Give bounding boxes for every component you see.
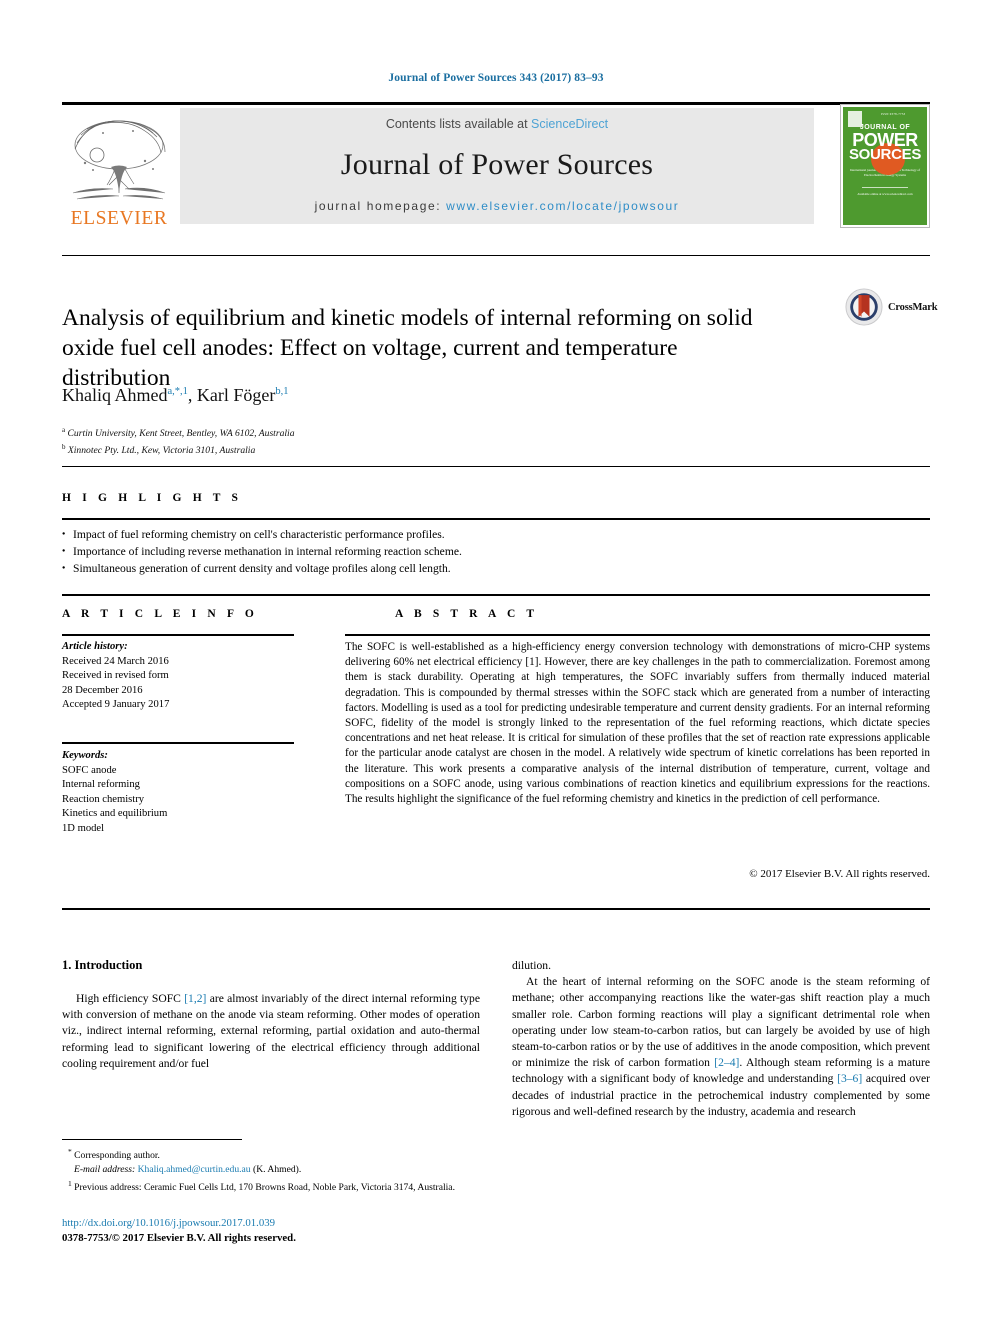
- crossmark-badge-group[interactable]: CrossMark: [845, 286, 941, 328]
- body-column-left: 1. Introduction High efficiency SOFC [1,…: [62, 958, 480, 1072]
- journal-name: Journal of Power Sources: [340, 148, 654, 181]
- affiliation-text-a: Curtin University, Kent Street, Bentley,…: [67, 428, 295, 440]
- keywords-label: Keywords:: [62, 750, 108, 761]
- running-head: Journal of Power Sources 343 (2017) 83–9…: [388, 72, 604, 84]
- footer-doi-block: http://dx.doi.org/10.1016/j.jpowsour.201…: [62, 1216, 492, 1246]
- email-label: E-mail address:: [74, 1163, 136, 1175]
- article-history-block: Article history: Received 24 March 2016 …: [62, 640, 294, 713]
- author-list: Khaliq Ahmeda,*,1, Karl Fögerb,1: [62, 385, 289, 405]
- email-link[interactable]: Khaliq.ahmed@curtin.edu.au: [138, 1164, 251, 1175]
- highlights-top-rule: [62, 466, 930, 467]
- issn-copyright-line: 0378-7753/© 2017 Elsevier B.V. All right…: [62, 1232, 296, 1244]
- elsevier-wordmark: ELSEVIER: [70, 207, 168, 229]
- keywords-block: Keywords: SOFC anode Internal reforming …: [62, 749, 294, 836]
- highlights-mid-rule: [62, 518, 930, 520]
- elsevier-tree-icon: [72, 120, 166, 199]
- section-heading-introduction: 1. Introduction: [62, 958, 143, 972]
- footnote-corresponding-text: Corresponding author.: [74, 1150, 160, 1162]
- abstract-copyright: © 2017 Elsevier B.V. All rights reserved…: [749, 868, 930, 880]
- journal-cover-art: ISSN 0378-7753 JOURNAL OF POWER SOURCES …: [843, 107, 927, 225]
- cover-sources-label: SOURCES: [848, 146, 922, 163]
- intro-p1-part-a: High efficiency SOFC: [76, 992, 185, 1005]
- citation-ref[interactable]: [2–4]: [714, 1056, 739, 1069]
- sciencedirect-link[interactable]: ScienceDirect: [531, 117, 608, 131]
- abstract-heading: A B S T R A C T: [395, 608, 539, 620]
- highlights-bottom-rule: [62, 594, 930, 596]
- keyword-item: Reaction chemistry: [62, 793, 145, 805]
- author-name-2: Karl Föger: [196, 385, 276, 405]
- page-title: Analysis of equilibrium and kinetic mode…: [62, 304, 753, 391]
- footnote-block: * Corresponding author. E-mail address: …: [62, 1145, 482, 1195]
- article-info-heading: A R T I C L E I N F O: [62, 608, 258, 620]
- author-marks-2: b,1: [275, 386, 289, 397]
- citation-ref[interactable]: [1,2]: [184, 992, 206, 1005]
- journal-homepage-line: journal homepage: www.elsevier.com/locat…: [315, 199, 680, 213]
- intro-paragraph-1-continued: dilution.: [512, 959, 551, 972]
- journal-cover-thumbnail: ISSN 0378-7753 JOURNAL OF POWER SOURCES …: [840, 104, 930, 228]
- affiliation-mark-a: a: [62, 426, 66, 434]
- cover-logo-mark: [848, 111, 862, 127]
- footnote-corresponding-author: * Corresponding author.: [62, 1145, 482, 1163]
- affiliation-b: b Xinnotec Pty. Ltd., Kew, Victoria 3101…: [62, 441, 762, 458]
- body-top-rule: [62, 908, 930, 910]
- list-item: Importance of including reverse methanat…: [62, 543, 930, 560]
- highlights-list: Impact of fuel reforming chemistry on ce…: [62, 526, 930, 577]
- sciencedirect-banner: Contents lists available at ScienceDirec…: [180, 108, 814, 224]
- list-item: Simultaneous generation of current densi…: [62, 560, 930, 577]
- cover-divider: [862, 187, 908, 189]
- abstract-text: The SOFC is well-established as a high-e…: [345, 641, 930, 806]
- article-info-rule: [62, 634, 294, 636]
- keywords-rule: [62, 742, 294, 744]
- article-history-item: Received 24 March 2016: [62, 655, 169, 667]
- citation-ref[interactable]: [3–6]: [837, 1072, 862, 1085]
- doi-link[interactable]: http://dx.doi.org/10.1016/j.jpowsour.201…: [62, 1216, 492, 1231]
- author-marks-1: a,*,1: [167, 386, 188, 397]
- affiliation-mark-b: b: [62, 442, 66, 451]
- article-history-label: Article history:: [62, 641, 128, 652]
- abstract-rule: [345, 634, 930, 636]
- article-history-item: 28 December 2016: [62, 684, 143, 696]
- journal-homepage-link[interactable]: www.elsevier.com/locate/jpowsour: [446, 199, 679, 213]
- cover-footer-text: Available online at www.sciencedirect.co…: [857, 192, 913, 197]
- footnote-rule: [62, 1139, 242, 1140]
- intro-paragraph-2: At the heart of internal reforming on th…: [512, 974, 930, 1120]
- affiliation-list: a Curtin University, Kent Street, Bentle…: [62, 424, 762, 457]
- footnote-previous-address-text: Previous address: Ceramic Fuel Cells Ltd…: [74, 1182, 455, 1194]
- elsevier-logo: ELSEVIER: [62, 108, 176, 228]
- keyword-item: 1D model: [62, 822, 105, 834]
- affiliation-a: a Curtin University, Kent Street, Bentle…: [62, 424, 762, 441]
- footnote-marker-1: 1: [68, 1179, 72, 1188]
- keyword-item: Kinetics and equilibrium: [62, 808, 168, 819]
- body-column-right: dilution. At the heart of internal refor…: [512, 958, 930, 1120]
- article-history-item: Received in revised form: [62, 670, 169, 681]
- contents-prefix: Contents lists available at: [385, 117, 532, 131]
- masthead: ELSEVIER Contents lists available at Sci…: [62, 104, 930, 228]
- keyword-item: SOFC anode: [62, 764, 117, 776]
- homepage-prefix: journal homepage:: [314, 199, 447, 213]
- crossmark-icon: [845, 288, 883, 326]
- email-suffix: (K. Ahmed).: [253, 1163, 302, 1175]
- cover-issue-line: ISSN 0378-7753: [881, 112, 906, 116]
- highlights-heading: H I G H L I G H T S: [62, 492, 243, 504]
- footnote-email-line: E-mail address: Khaliq.ahmed@curtin.edu.…: [62, 1163, 482, 1176]
- keyword-item: Internal reforming: [62, 779, 140, 790]
- footnote-previous-address: 1 Previous address: Ceramic Fuel Cells L…: [62, 1177, 482, 1195]
- affiliation-text-b: Xinnotec Pty. Ltd., Kew, Victoria 3101, …: [67, 444, 256, 456]
- intro-paragraph-1: High efficiency SOFC [1,2] are almost in…: [62, 991, 480, 1072]
- list-item: Impact of fuel reforming chemistry on ce…: [62, 526, 930, 543]
- title-top-rule: [62, 255, 930, 256]
- article-first-page: Journal of Power Sources 343 (2017) 83–9…: [0, 0, 992, 1323]
- footnote-marker-asterisk: *: [68, 1147, 72, 1156]
- author-name-1: Khaliq Ahmed: [62, 385, 168, 405]
- crossmark-label: CrossMark: [888, 301, 938, 313]
- article-history-item: Accepted 9 January 2017: [62, 699, 170, 710]
- contents-lists-line: Contents lists available at ScienceDirec…: [386, 117, 608, 131]
